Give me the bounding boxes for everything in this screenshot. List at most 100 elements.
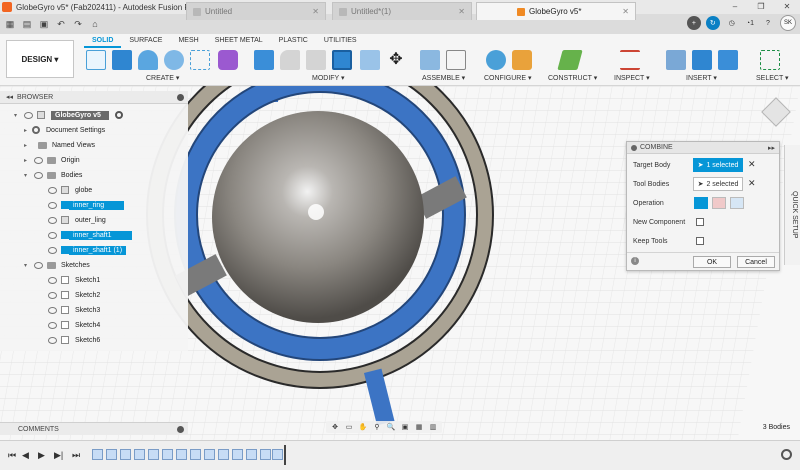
- close-tab-icon[interactable]: ✕: [312, 7, 319, 16]
- go-to-end-icon[interactable]: ⏭: [72, 450, 80, 461]
- extensions-icon[interactable]: ↻: [705, 16, 720, 30]
- pan-icon[interactable]: ✋: [357, 422, 369, 432]
- grid-settings-icon[interactable]: ▦: [413, 422, 425, 432]
- visibility-eye-icon[interactable]: [48, 201, 57, 209]
- quick-setup-panel[interactable]: QUICK SETUP: [784, 145, 800, 265]
- visibility-eye-icon[interactable]: [48, 291, 57, 299]
- create-menu[interactable]: CREATE ▾: [146, 74, 179, 82]
- look-at-icon[interactable]: ▭: [343, 422, 355, 432]
- configure-table-icon[interactable]: [512, 50, 532, 70]
- zoom-icon[interactable]: ⚲: [371, 422, 383, 432]
- body-inner-shaft1[interactable]: inner_shaft1: [44, 228, 132, 242]
- visibility-eye-icon[interactable]: [48, 336, 57, 344]
- redo-icon[interactable]: ↷: [71, 17, 85, 31]
- new-tab-icon[interactable]: +: [686, 16, 701, 30]
- visibility-eye-icon[interactable]: [34, 171, 43, 179]
- expand-arrow-icon[interactable]: ▸: [24, 142, 30, 149]
- notifications-icon[interactable]: ◷: [725, 16, 739, 30]
- timeline-feature[interactable]: [134, 449, 145, 460]
- shell-icon[interactable]: [360, 50, 380, 70]
- timeline-feature[interactable]: [204, 449, 215, 460]
- step-forward-icon[interactable]: ▶|: [54, 450, 63, 461]
- body-inner-shaft1-1[interactable]: inner_shaft1 (1): [44, 243, 127, 257]
- info-icon[interactable]: i: [631, 257, 639, 265]
- clear-target-icon[interactable]: ✕: [748, 159, 756, 170]
- home-icon[interactable]: ⌂: [88, 17, 102, 31]
- sidebar-item-bodies[interactable]: ▾ Bodies: [24, 168, 82, 182]
- visibility-eye-icon[interactable]: [48, 306, 57, 314]
- sketch-item[interactable]: Sketch6: [44, 333, 100, 347]
- join-operation-icon[interactable]: [694, 197, 708, 209]
- collapse-arrow-icon[interactable]: ▾: [24, 172, 30, 179]
- assemble-menu[interactable]: ASSEMBLE ▾: [422, 74, 465, 82]
- app-grid-icon[interactable]: ▦: [3, 17, 17, 31]
- tab-mesh[interactable]: MESH: [170, 36, 206, 48]
- display-settings-icon[interactable]: ▣: [399, 422, 411, 432]
- sketch-item[interactable]: Sketch4: [44, 318, 100, 332]
- sketch-item[interactable]: Sketch2: [44, 288, 100, 302]
- keep-tools-checkbox[interactable]: [696, 237, 704, 245]
- configure-icon[interactable]: [486, 50, 506, 70]
- timeline-feature[interactable]: [92, 449, 103, 460]
- browser-pin-icon[interactable]: [177, 93, 184, 101]
- visibility-eye-icon[interactable]: [48, 186, 57, 194]
- save-icon[interactable]: ▣: [37, 17, 51, 31]
- comments-add-icon[interactable]: [177, 425, 184, 433]
- dialog-pin-icon[interactable]: [631, 144, 637, 151]
- insert-derive-icon[interactable]: [666, 50, 686, 70]
- visibility-eye-icon[interactable]: [34, 261, 43, 269]
- timeline-feature[interactable]: [232, 449, 243, 460]
- orbit-icon[interactable]: ✥: [329, 422, 341, 432]
- sketch-item[interactable]: Sketch3: [44, 303, 100, 317]
- insert-image-icon[interactable]: [718, 50, 738, 70]
- expand-arrow-icon[interactable]: ▸: [24, 127, 30, 134]
- sketch-item[interactable]: Sketch1: [44, 273, 100, 287]
- expand-dialog-icon[interactable]: ▸▸: [768, 144, 775, 152]
- job-status[interactable]: ◔ 1: [744, 16, 756, 30]
- tab-untitled[interactable]: Untitled ✕: [186, 2, 326, 20]
- timeline-settings-icon[interactable]: [781, 449, 792, 460]
- visibility-eye-icon[interactable]: [48, 231, 57, 239]
- browser-collapse-icon[interactable]: ◂◂: [6, 93, 13, 101]
- tab-utilities[interactable]: UTILITIES: [316, 36, 365, 48]
- visibility-eye-icon[interactable]: [48, 246, 57, 254]
- close-tab-icon[interactable]: ✕: [622, 7, 629, 16]
- tool-bodies-selector[interactable]: ➤ 2 selected: [693, 177, 743, 191]
- avatar[interactable]: SK: [780, 15, 796, 31]
- construct-menu[interactable]: CONSTRUCT ▾: [548, 74, 597, 82]
- maximize-button[interactable]: ❐: [748, 0, 774, 14]
- cancel-button[interactable]: Cancel: [737, 256, 775, 268]
- minimize-button[interactable]: –: [722, 0, 748, 14]
- select-menu[interactable]: SELECT ▾: [756, 74, 789, 82]
- collapse-arrow-icon[interactable]: ▾: [24, 262, 30, 269]
- zoom-window-icon[interactable]: 🔍: [385, 422, 397, 432]
- body-globe[interactable]: globe: [44, 183, 92, 197]
- comments-bar[interactable]: COMMENTS: [0, 422, 188, 435]
- sidebar-item-origin[interactable]: ▸ Origin: [24, 153, 80, 167]
- configure-menu[interactable]: CONFIGURE ▾: [484, 74, 531, 82]
- insert-menu[interactable]: INSERT ▾: [686, 74, 717, 82]
- visibility-eye-icon[interactable]: [48, 276, 57, 284]
- timeline-feature[interactable]: [176, 449, 187, 460]
- form-icon[interactable]: [218, 50, 238, 70]
- go-to-start-icon[interactable]: ⏮: [8, 450, 16, 461]
- move-copy-icon[interactable]: ✥: [386, 50, 406, 70]
- visibility-eye-icon[interactable]: [48, 321, 57, 329]
- tab-plastic[interactable]: PLASTIC: [271, 36, 316, 48]
- undo-icon[interactable]: ↶: [54, 17, 68, 31]
- modify-menu[interactable]: MODIFY ▾: [312, 74, 345, 82]
- select-icon[interactable]: [760, 50, 780, 70]
- tab-surface[interactable]: SURFACE: [121, 36, 170, 48]
- timeline-feature[interactable]: [260, 449, 271, 460]
- revolve-icon[interactable]: [138, 50, 158, 70]
- close-window-button[interactable]: ✕: [774, 0, 800, 14]
- clear-tools-icon[interactable]: ✕: [748, 178, 756, 189]
- insert-component-icon[interactable]: [692, 50, 712, 70]
- tree-root[interactable]: ▾ GlobeGyro v5: [14, 108, 123, 122]
- fillet-icon[interactable]: [280, 50, 300, 70]
- activate-radio-icon[interactable]: [114, 111, 123, 119]
- timeline-feature[interactable]: [246, 449, 257, 460]
- cut-operation-icon[interactable]: [712, 197, 726, 209]
- intersect-operation-icon[interactable]: [730, 197, 744, 209]
- create-sketch-icon[interactable]: [86, 50, 106, 70]
